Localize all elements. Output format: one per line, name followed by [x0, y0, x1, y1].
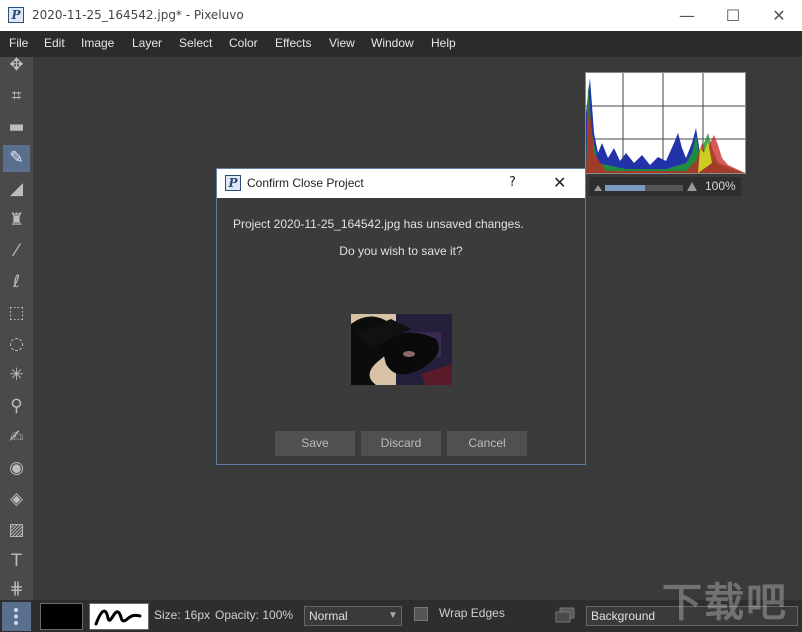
discard-button[interactable]: Discard [361, 431, 441, 456]
dialog-message: Project 2020-11-25_164542.jpg has unsave… [233, 217, 524, 231]
confirm-close-dialog: P Confirm Close Project ? ✕ Project 2020… [216, 168, 586, 465]
foreground-color-swatch[interactable] [40, 603, 83, 630]
text-icon[interactable]: T [3, 548, 30, 575]
brush-size-label: Size: 16px [154, 608, 211, 622]
toolbox: ✥ ⌗ ▬ ✎ ◢ ♜ ⁄ ℓ ⬚ ◌ ✳ ⚲ ✍ ◉ ◈ ▨ T ⋕ [0, 55, 33, 603]
dialog-close-button[interactable]: ✕ [553, 173, 566, 192]
ellipse-select-icon[interactable]: ◌ [3, 331, 30, 358]
menu-edit[interactable]: Edit [44, 36, 65, 50]
zoom-level: 100% [705, 179, 736, 193]
menu-select[interactable]: Select [179, 36, 212, 50]
chevron-down-icon: ▼ [388, 610, 398, 621]
menu-window[interactable]: Window [371, 36, 414, 50]
brush-opacity-label[interactable]: Opacity: 100% [215, 608, 293, 622]
dialog-title: Confirm Close Project [247, 176, 364, 190]
app-logo-icon: P [225, 175, 241, 191]
save-button[interactable]: Save [275, 431, 355, 456]
dialog-titlebar: P Confirm Close Project ? ✕ [217, 169, 585, 198]
move-icon[interactable]: ✥ [3, 52, 30, 79]
wrap-edges-label: Wrap Edges [439, 606, 505, 620]
red-eye-icon[interactable]: ◉ [3, 455, 30, 482]
help-button[interactable]: ? [509, 175, 516, 190]
histogram-footer: 100% [589, 177, 741, 196]
crop-icon[interactable]: ⌗ [3, 83, 30, 110]
menu-view[interactable]: View [329, 36, 355, 50]
blend-mode-select[interactable]: Normal ▼ [304, 606, 402, 626]
minimize-button[interactable]: — [664, 0, 710, 31]
grip-icon [14, 608, 18, 625]
magic-wand-icon[interactable]: ✳ [3, 362, 30, 389]
project-thumbnail [351, 314, 452, 385]
layer-select-value: Background [591, 609, 656, 623]
straighten-icon[interactable]: ▬ [3, 114, 30, 141]
menu-color[interactable]: Color [229, 36, 258, 50]
window-title: 2020-11-25_164542.jpg* - Pixeluvo [32, 8, 244, 22]
watermark-logo: 下载吧 [662, 580, 788, 626]
rect-select-icon[interactable]: ⬚ [3, 300, 30, 327]
layers-icon[interactable] [555, 607, 575, 624]
eraser-icon[interactable]: ◢ [3, 176, 30, 203]
smudge-icon[interactable]: ⚲ [3, 393, 30, 420]
wrap-edges-checkbox[interactable] [414, 607, 428, 621]
fill-bucket-icon[interactable]: ◈ [3, 486, 30, 513]
shape-icon[interactable]: ⋕ [3, 576, 30, 603]
window-titlebar: P 2020-11-25_164542.jpg* - Pixeluvo — ☐ … [0, 0, 802, 31]
menu-layer[interactable]: Layer [132, 36, 162, 50]
lasso-icon[interactable]: ℓ [3, 269, 30, 296]
app-logo-icon: P [8, 7, 24, 23]
close-button[interactable]: ✕ [756, 0, 802, 31]
histogram-slider[interactable] [589, 177, 701, 196]
dialog-question: Do you wish to save it? [339, 244, 463, 258]
dodge-burn-icon[interactable]: ✍ [3, 424, 30, 451]
brush-icon[interactable]: ✎ [3, 145, 30, 172]
brush-preview[interactable] [89, 603, 149, 630]
menu-help[interactable]: Help [431, 36, 456, 50]
brush-stroke-icon [94, 609, 142, 626]
histogram-graph [586, 73, 745, 173]
blend-mode-value: Normal [309, 609, 348, 623]
tool-options-toggle[interactable] [2, 602, 31, 631]
menu-image[interactable]: Image [81, 36, 114, 50]
cancel-button[interactable]: Cancel [447, 431, 527, 456]
histogram-panel [585, 72, 746, 174]
menu-file[interactable]: File [9, 36, 28, 50]
pencil-icon[interactable]: ⁄ [3, 238, 30, 265]
clone-stamp-icon[interactable]: ♜ [3, 207, 30, 234]
maximize-button[interactable]: ☐ [710, 0, 756, 31]
menu-effects[interactable]: Effects [275, 36, 311, 50]
menubar: File Edit Image Layer Select Color Effec… [0, 31, 802, 57]
gradient-icon[interactable]: ▨ [3, 517, 30, 544]
